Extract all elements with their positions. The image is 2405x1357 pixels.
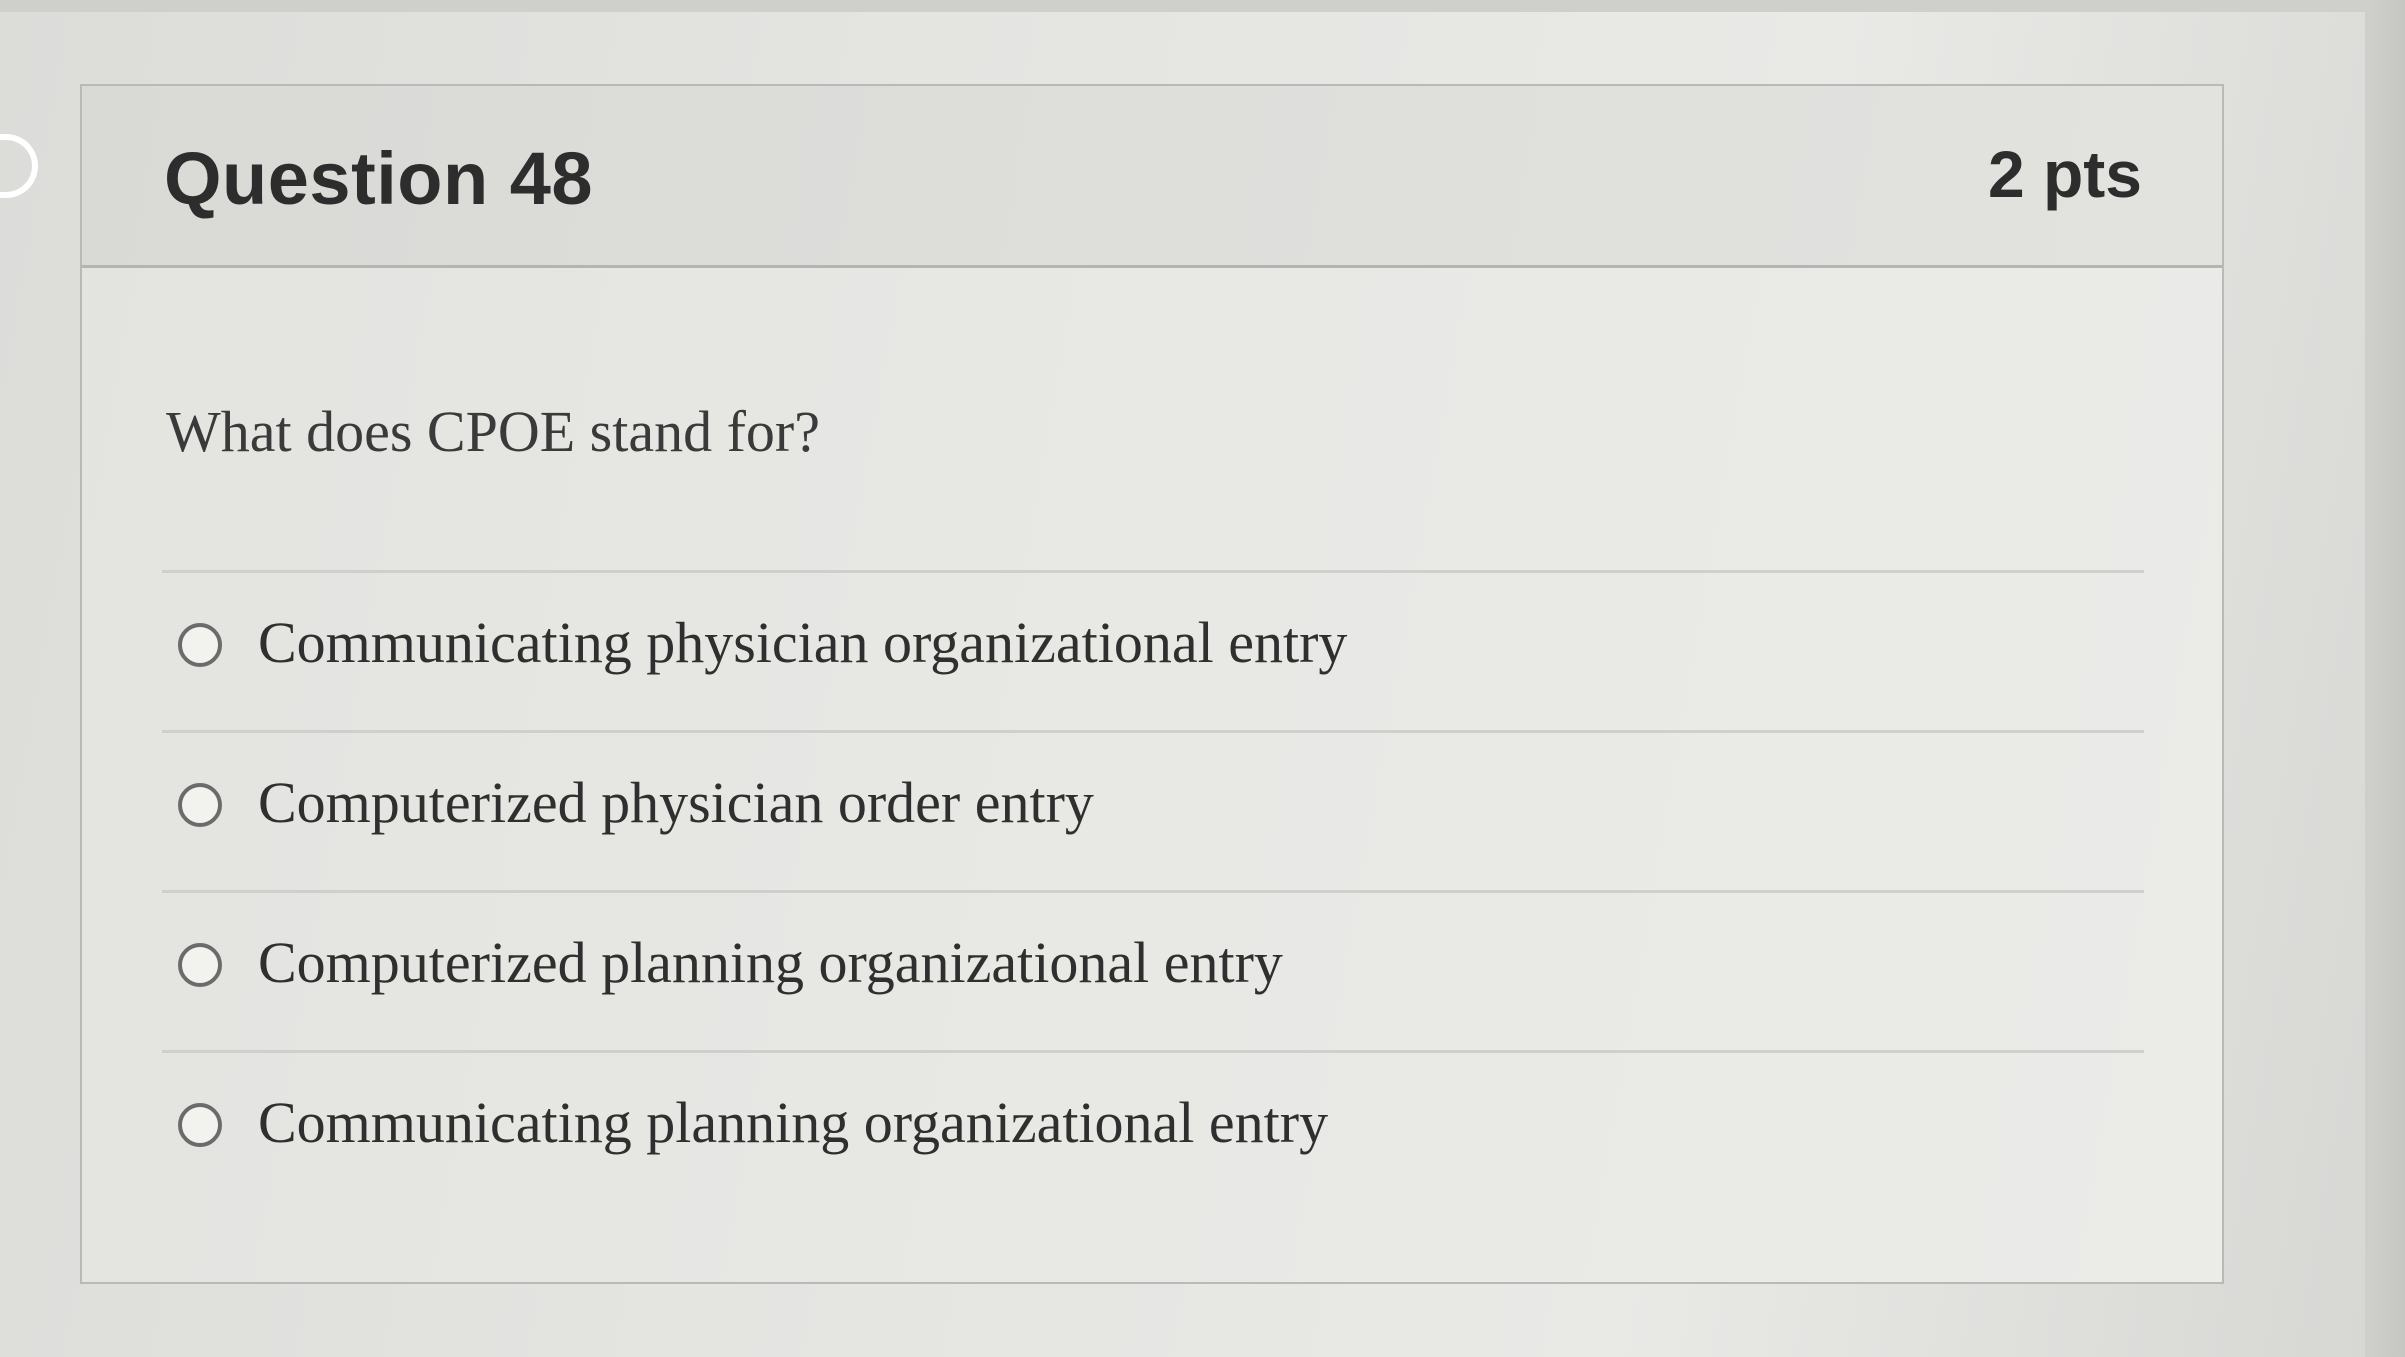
answer-option-3[interactable]: Computerized planning organizational ent… xyxy=(162,890,2144,1050)
question-text: What does CPOE stand for? xyxy=(166,399,820,464)
question-title: Question 48 xyxy=(164,137,594,220)
answer-option-2[interactable]: Computerized physician order entry xyxy=(162,730,2144,890)
answer-label[interactable]: Communicating physician organizational e… xyxy=(258,609,1347,676)
answer-list: Communicating physician organizational e… xyxy=(162,570,2144,1210)
answer-label[interactable]: Communicating planning organizational en… xyxy=(258,1089,1328,1156)
answer-label[interactable]: Computerized physician order entry xyxy=(258,769,1094,836)
screen-right-edge xyxy=(2365,0,2405,1357)
radio-button-icon[interactable] xyxy=(178,623,222,667)
question-header: Question 48 2 pts xyxy=(82,86,2222,268)
answer-label[interactable]: Computerized planning organizational ent… xyxy=(258,929,1283,996)
answer-option-4[interactable]: Communicating planning organizational en… xyxy=(162,1050,2144,1210)
screen-top-edge xyxy=(0,0,2405,12)
question-points: 2 pts xyxy=(1987,137,2142,211)
radio-button-icon[interactable] xyxy=(178,1103,222,1147)
radio-button-icon[interactable] xyxy=(178,943,222,987)
chevron-right-icon[interactable] xyxy=(0,134,38,198)
answer-option-1[interactable]: Communicating physician organizational e… xyxy=(162,570,2144,730)
question-card: Question 48 2 pts What does CPOE stand f… xyxy=(80,84,2224,1284)
radio-button-icon[interactable] xyxy=(178,783,222,827)
